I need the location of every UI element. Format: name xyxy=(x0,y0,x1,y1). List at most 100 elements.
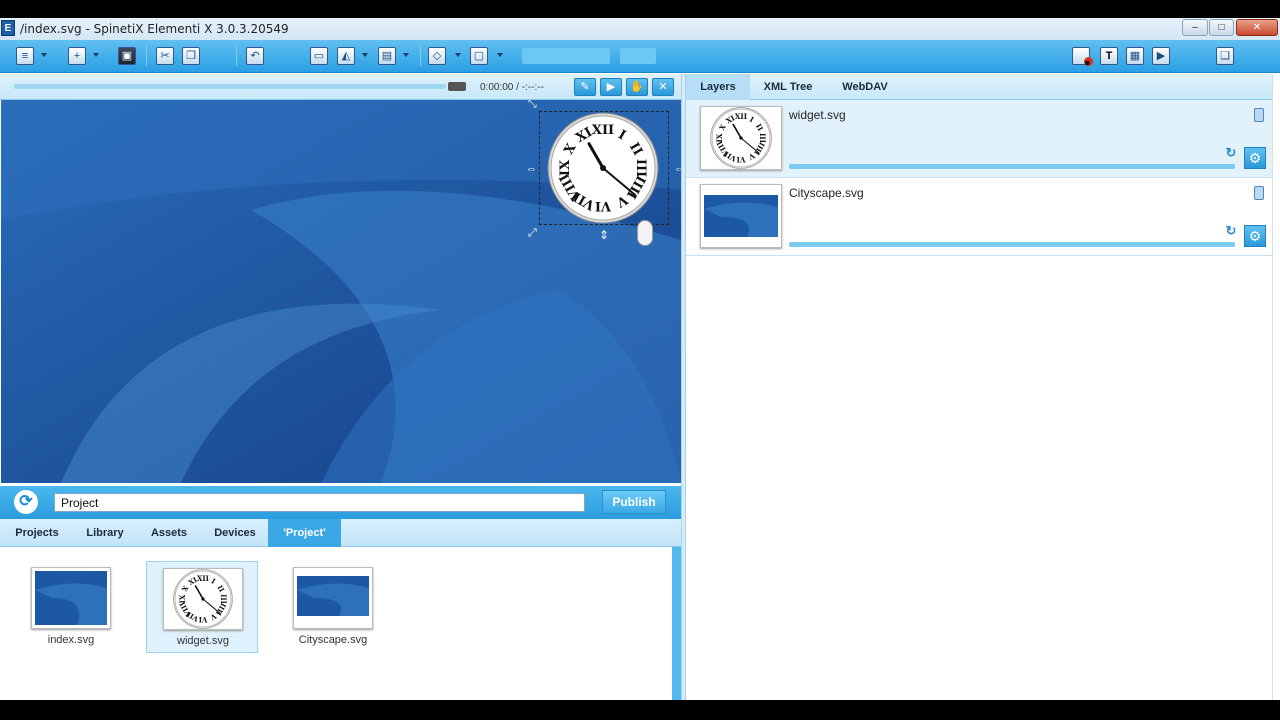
new-image-button[interactable]: ● xyxy=(1072,45,1094,69)
resize-handle-top-left[interactable]: ⤡ xyxy=(528,100,537,111)
minimize-icon: – xyxy=(1192,22,1198,33)
document-button[interactable]: ❏ xyxy=(1216,45,1238,67)
mouse-cursor-icon xyxy=(637,220,653,246)
asset-thumbnail xyxy=(31,567,111,629)
close-preview-button[interactable]: ✕ xyxy=(652,78,674,96)
hand-icon: ✋ xyxy=(630,81,644,93)
clock-center xyxy=(201,597,205,601)
save-button[interactable]: ▣ xyxy=(118,45,140,67)
resize-handle-right[interactable]: ⇔ xyxy=(674,163,681,175)
triangle-icon: ◭ xyxy=(337,47,355,65)
shape-tools-button[interactable]: ◭ xyxy=(337,45,371,67)
asset-item[interactable]: Cityscape.svg xyxy=(277,561,389,653)
play-icon: ▶ xyxy=(606,81,616,93)
fill-button[interactable]: ◇ xyxy=(428,45,464,67)
lower-tab-bar: Projects Library Assets Devices 'Project… xyxy=(0,519,681,547)
resize-handle-bottom-left[interactable]: ⤢ xyxy=(528,227,537,240)
preview-controls: 0:00:00 / -:--:-- ✎ ▶ ✋ ✕ xyxy=(0,74,681,100)
pin-icon: ✎ xyxy=(580,81,590,93)
copy-button[interactable]: ❐ xyxy=(182,45,204,67)
menu-icon: ≡ xyxy=(16,47,34,65)
clock-center xyxy=(600,165,606,171)
close-button[interactable]: ✕ xyxy=(1236,19,1278,36)
layer-row-cityscape[interactable]: Cityscape.svg ↻ ⚙ xyxy=(686,178,1272,256)
layer-thumbnail: XII I II III IIII V VI VII VIII IX X XI xyxy=(700,106,782,170)
print-button[interactable]: ▤ xyxy=(378,45,412,67)
video-add-icon: ▶ xyxy=(1152,47,1170,65)
right-tab-bar: Layers XML Tree WebDAV xyxy=(686,74,1280,100)
asset-label: widget.svg xyxy=(177,635,229,647)
save-icon: ▣ xyxy=(118,47,136,65)
cut-icon: ✂ xyxy=(156,47,174,65)
layer-settings-button[interactable]: ⚙ xyxy=(1244,147,1266,169)
cut-button[interactable]: ✂ xyxy=(156,45,178,67)
minimize-button[interactable]: – xyxy=(1182,19,1208,36)
app-icon[interactable]: E xyxy=(1,20,15,36)
text-add-icon: T xyxy=(1100,47,1118,65)
lock-icon[interactable] xyxy=(1254,108,1264,122)
clock-numeral: IX xyxy=(558,159,573,176)
project-name-input[interactable] xyxy=(54,493,585,512)
new-video-button[interactable]: ▶ xyxy=(1152,45,1174,67)
refresh-button[interactable]: ⟳ xyxy=(14,490,38,514)
new-file-icon: + xyxy=(68,47,86,65)
right-scrollbar[interactable] xyxy=(1272,74,1280,700)
tab-webdav[interactable]: WebDAV xyxy=(834,74,896,100)
resize-handle-left[interactable]: ⇔ xyxy=(526,163,537,175)
clock-numeral: IX xyxy=(715,133,724,142)
new-media-button[interactable]: ▦ xyxy=(1126,45,1148,67)
asset-thumbnail: XII I II III IIII V VI VII VIII IX X XI xyxy=(163,568,243,630)
rectangle-button[interactable]: ▭ xyxy=(310,45,332,67)
layer-timeline-bar[interactable] xyxy=(789,164,1235,169)
chevron-down-icon xyxy=(455,53,461,57)
main-toolbar: ≡ + ▣ ✂ ❐ ↶ ▭ ◭ ▤ ◇ ▢ ● T ▦ ▶ ❏ xyxy=(0,40,1280,73)
close-icon: ✕ xyxy=(658,81,668,93)
publish-bar: ⟳ Publish xyxy=(0,486,681,519)
time-display: 0:00:00 / -:--:-- xyxy=(480,82,544,93)
timeline-slider[interactable] xyxy=(14,84,446,89)
publish-button[interactable]: Publish xyxy=(602,490,666,514)
pin-button[interactable]: ✎ xyxy=(574,78,596,96)
resize-handle-bottom[interactable]: ⇕ xyxy=(599,228,609,242)
clock-widget[interactable]: XII IIIIIIIIIIVVIVIIVIIIIXXXI xyxy=(545,112,661,224)
tab-library[interactable]: Library xyxy=(78,519,132,547)
loop-icon[interactable]: ↻ xyxy=(1224,224,1238,238)
asset-item-selected[interactable]: XII I II III IIII V VI VII VIII IX X XI widget.svg xyxy=(146,561,258,653)
asset-thumbnail xyxy=(293,567,373,629)
lock-icon[interactable] xyxy=(1254,186,1264,200)
layer-settings-button[interactable]: ⚙ xyxy=(1244,225,1266,247)
frame-button[interactable]: ▢ xyxy=(470,45,506,67)
layer-timeline-bar[interactable] xyxy=(789,242,1235,247)
layer-row-widget[interactable]: XII I II III IIII V VI VII VIII IX X XI widget.svg … xyxy=(686,100,1272,178)
undo-button[interactable]: ↶ xyxy=(246,45,268,67)
tab-layers[interactable]: Layers xyxy=(686,74,750,100)
tab-devices[interactable]: Devices xyxy=(206,519,264,547)
gear-icon: ⚙ xyxy=(1248,150,1262,166)
chevron-down-icon xyxy=(497,53,503,57)
new-text-button[interactable]: T xyxy=(1100,45,1122,67)
asset-browser: index.svg XII I II III IIII V VI VII VIII IX X XI w… xyxy=(0,547,670,700)
loop-icon[interactable]: ↻ xyxy=(1224,146,1238,160)
asset-label: Cityscape.svg xyxy=(298,634,368,646)
asset-scrollbar[interactable] xyxy=(670,547,681,700)
media-add-icon: ▦ xyxy=(1126,47,1144,65)
chevron-down-icon xyxy=(41,53,47,57)
tab-project-active[interactable]: 'Project' xyxy=(268,519,341,547)
menu-button[interactable]: ≡ xyxy=(16,45,50,67)
timeline-handle[interactable] xyxy=(448,82,466,91)
tab-xml-tree[interactable]: XML Tree xyxy=(756,74,820,100)
close-icon: ✕ xyxy=(1252,22,1262,33)
maximize-button[interactable]: □ xyxy=(1209,19,1234,36)
clock-numeral: XII xyxy=(197,574,209,583)
asset-label: index.svg xyxy=(47,634,95,646)
tab-assets[interactable]: Assets xyxy=(142,519,196,547)
play-button[interactable]: ▶ xyxy=(600,78,622,96)
rectangle-icon: ▭ xyxy=(310,47,328,65)
tab-projects[interactable]: Projects xyxy=(8,519,66,547)
undo-icon: ↶ xyxy=(246,47,264,65)
hand-tool-button[interactable]: ✋ xyxy=(626,78,648,96)
new-file-button[interactable]: + xyxy=(68,45,102,67)
screen-bottom xyxy=(0,700,1280,720)
asset-item[interactable]: index.svg xyxy=(15,561,127,653)
design-canvas[interactable]: XII I II III IIII V VI VII VIII IX X XI ⇔ ⇔ ⇕ ⤢ ⤡ xyxy=(1,100,681,483)
